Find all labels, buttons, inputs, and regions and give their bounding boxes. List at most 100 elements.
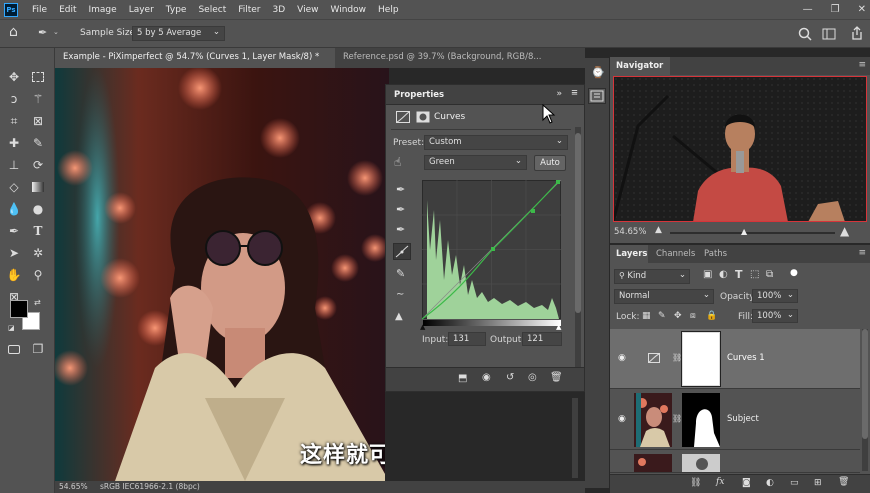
dodge-tool-icon[interactable]: ● <box>29 200 47 218</box>
zoom-out-icon[interactable]: ▲ <box>655 225 662 235</box>
move-tool-icon[interactable]: ✥ <box>5 68 23 86</box>
curve-point[interactable] <box>491 247 495 251</box>
curves-graph[interactable] <box>422 180 564 323</box>
layer-thumbnail[interactable] <box>634 454 672 473</box>
panel-menu-icon[interactable]: ≡ <box>858 60 866 70</box>
close-icon[interactable]: ✕ <box>858 4 866 15</box>
history-panel-icon[interactable]: ⌚ <box>591 66 605 79</box>
link-layers-icon[interactable]: ⛓ <box>690 478 701 488</box>
minimize-icon[interactable]: — <box>803 4 813 15</box>
menu-window[interactable]: Window <box>325 5 373 15</box>
menu-file[interactable]: File <box>26 5 53 15</box>
clone-stamp-tool-icon[interactable]: ⊥ <box>5 156 23 174</box>
brush-tool-icon[interactable]: ✎ <box>29 134 47 152</box>
new-layer-icon[interactable]: ⊞ <box>814 478 822 488</box>
path-selection-tool-icon[interactable]: ➤ <box>5 244 23 262</box>
hand-tool-icon[interactable]: ✋ <box>5 266 23 284</box>
blend-mode-select[interactable]: Normal ⌄ <box>614 289 714 304</box>
blur-tool-icon[interactable]: 💧 <box>5 200 23 218</box>
maximize-icon[interactable]: ❐ <box>831 4 840 15</box>
filter-toggle-icon[interactable]: ● <box>790 268 798 278</box>
trash-icon[interactable]: 🗑 <box>550 372 563 383</box>
opacity-field[interactable]: 100% ⌄ <box>752 289 798 303</box>
white-point-eyedropper-icon[interactable]: ✒ <box>396 223 405 236</box>
add-mask-icon[interactable]: ◙ <box>742 478 751 488</box>
sample-size-select[interactable]: 5 by 5 Average ⌄ <box>132 26 225 41</box>
output-value-field[interactable]: 121 <box>522 332 562 346</box>
fill-field[interactable]: 100% ⌄ <box>752 309 798 323</box>
layer-filter-select[interactable]: ⚲ Kind ⌄ <box>614 269 690 284</box>
lasso-tool-icon[interactable]: ↄ <box>5 90 23 108</box>
delete-layer-icon[interactable]: 🗑 <box>838 477 849 487</box>
marquee-tool-icon[interactable] <box>29 68 47 86</box>
healing-brush-tool-icon[interactable]: ✚ <box>5 134 23 152</box>
filter-type-icon[interactable]: T <box>735 268 743 281</box>
tab-layers[interactable]: Layers <box>610 245 648 263</box>
pencil-draw-icon[interactable]: ✎ <box>396 267 405 280</box>
canvas-scrollbar[interactable] <box>572 398 578 478</box>
lock-position-icon[interactable]: ✥ <box>674 311 682 321</box>
curve-point[interactable] <box>531 209 535 213</box>
layer-mask-icon[interactable] <box>416 111 430 123</box>
black-slider-icon[interactable]: ▲ <box>420 323 425 331</box>
view-previous-icon[interactable]: ◉ <box>482 372 491 383</box>
lock-transparent-icon[interactable]: ▦ <box>642 311 651 321</box>
layer-row-partial[interactable] <box>610 451 860 473</box>
layer-effects-icon[interactable]: fx <box>716 477 724 487</box>
tab-reference-document[interactable]: Reference.psd @ 39.7% (Background, RGB/8… <box>335 48 585 68</box>
adjustment-layer-icon[interactable]: ◐ <box>766 478 774 488</box>
edit-points-icon[interactable] <box>393 243 411 260</box>
clip-to-layer-icon[interactable]: ⬒ <box>458 373 467 384</box>
visibility-icon[interactable]: ◎ <box>528 372 537 383</box>
share-icon[interactable] <box>850 26 864 41</box>
new-group-icon[interactable]: ▭ <box>790 478 799 488</box>
input-value-field[interactable]: 131 <box>448 332 486 346</box>
filter-pixel-icon[interactable]: ▣ <box>703 269 712 280</box>
zoom-tool-icon[interactable]: ⚲ <box>29 266 47 284</box>
filter-adjustment-icon[interactable]: ◐ <box>719 269 728 280</box>
curve-point[interactable] <box>556 180 560 184</box>
menu-3d[interactable]: 3D <box>267 5 292 15</box>
navigator-zoom-value[interactable]: 54.65% <box>614 227 646 237</box>
subject-mask-thumbnail[interactable] <box>682 393 720 447</box>
layer-mask-thumbnail[interactable] <box>681 331 721 387</box>
home-icon[interactable]: ⌂ <box>9 24 18 40</box>
channel-select[interactable]: Green ⌄ <box>424 155 527 170</box>
tab-channels[interactable]: Channels <box>650 245 701 263</box>
menu-type[interactable]: Type <box>160 5 193 15</box>
link-icon[interactable]: ⛓ <box>672 414 682 423</box>
link-icon[interactable]: ⛓ <box>672 353 682 362</box>
lock-artboard-icon[interactable]: ⧈ <box>690 311 696 321</box>
default-colors-icon[interactable]: ◪ <box>8 324 15 332</box>
pen-tool-icon[interactable]: ✒ <box>5 222 23 240</box>
smooth-icon[interactable]: ∼ <box>396 289 404 300</box>
preset-select[interactable]: Custom ⌄ <box>424 135 568 150</box>
swap-colors-icon[interactable]: ⇄ <box>34 298 41 307</box>
foreground-color-swatch[interactable] <box>10 300 28 318</box>
tab-paths[interactable]: Paths <box>698 245 733 263</box>
document-canvas[interactable] <box>55 68 389 481</box>
layer-mask-thumbnail[interactable] <box>682 454 720 473</box>
white-slider-icon[interactable]: ▲ <box>556 323 561 331</box>
zoom-slider-track[interactable] <box>670 232 835 234</box>
layer-row-curves[interactable]: ◉ ⛓ Curves 1 <box>610 329 860 389</box>
search-icon[interactable] <box>798 27 812 41</box>
layer-row-subject[interactable]: ◉ ⛓ Subject <box>610 390 860 450</box>
properties-panel-icon[interactable] <box>588 88 606 104</box>
menu-edit[interactable]: Edit <box>53 5 82 15</box>
clipping-warning-icon[interactable]: ▲ <box>395 311 403 322</box>
layer-name[interactable]: Curves 1 <box>727 353 765 363</box>
menu-select[interactable]: Select <box>192 5 232 15</box>
type-tool-icon[interactable]: T <box>29 222 47 240</box>
lock-image-icon[interactable]: ✎ <box>658 311 666 321</box>
menu-layer[interactable]: Layer <box>123 5 160 15</box>
layer-name[interactable]: Subject <box>727 414 759 424</box>
panel-menu-icon[interactable]: ≡ <box>858 248 866 258</box>
filter-shape-icon[interactable]: ⬚ <box>750 269 759 280</box>
eyedropper-tool-icon[interactable]: ✒ <box>38 26 47 39</box>
screen-mode-icon[interactable]: ❐ <box>29 340 47 358</box>
panel-menu-icon[interactable]: ≡ <box>571 88 578 98</box>
zoom-in-icon[interactable]: ▲ <box>840 224 849 238</box>
filter-smart-object-icon[interactable]: ⧉ <box>766 269 773 280</box>
crop-tool-icon[interactable]: ⌗ <box>5 112 23 130</box>
